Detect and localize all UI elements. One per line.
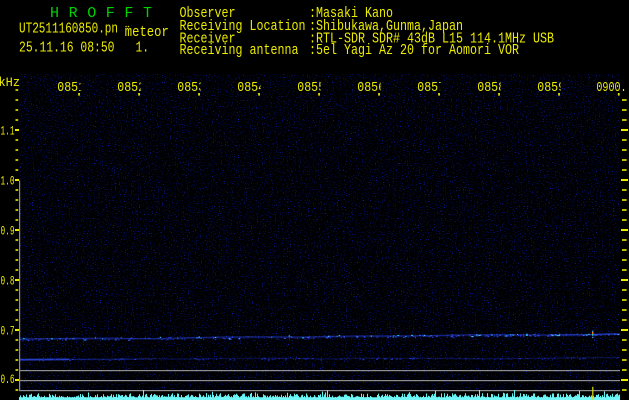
svg-text:0.9: 0.9 [1, 224, 15, 239]
svg-text:1.1: 1.1 [1, 124, 15, 139]
svg-text:085: 085 [177, 80, 198, 96]
svg-text:085: 085 [57, 80, 78, 96]
svg-text:kHz: kHz [0, 75, 20, 90]
svg-text:1.: 1. [136, 40, 150, 57]
svg-text:1.0: 1.0 [1, 174, 15, 189]
svg-text::5el Yagi Az 20 for Aomori VOR: :5el Yagi Az 20 for Aomori VOR [309, 42, 519, 59]
svg-text:0900.: 0900. [596, 80, 626, 96]
svg-text:Receiving antenna: Receiving antenna [180, 42, 299, 59]
svg-text:UT2511160850.pn: UT2511160850.pn [19, 20, 118, 37]
svg-text:085: 085 [237, 80, 258, 96]
svg-text:085: 085 [477, 80, 498, 96]
svg-text:085: 085 [357, 80, 378, 96]
svg-text:085: 085 [297, 80, 318, 96]
svg-text:0.6: 0.6 [1, 372, 15, 387]
svg-text:0.8: 0.8 [1, 274, 15, 289]
svg-text:085: 085 [417, 80, 438, 96]
svg-text:meteor: meteor [125, 24, 169, 41]
svg-text:085: 085 [117, 80, 138, 96]
svg-text:25.11.16 08:50: 25.11.16 08:50 [19, 40, 115, 57]
svg-text:085: 085 [537, 80, 558, 96]
svg-text:0.7: 0.7 [1, 324, 15, 339]
